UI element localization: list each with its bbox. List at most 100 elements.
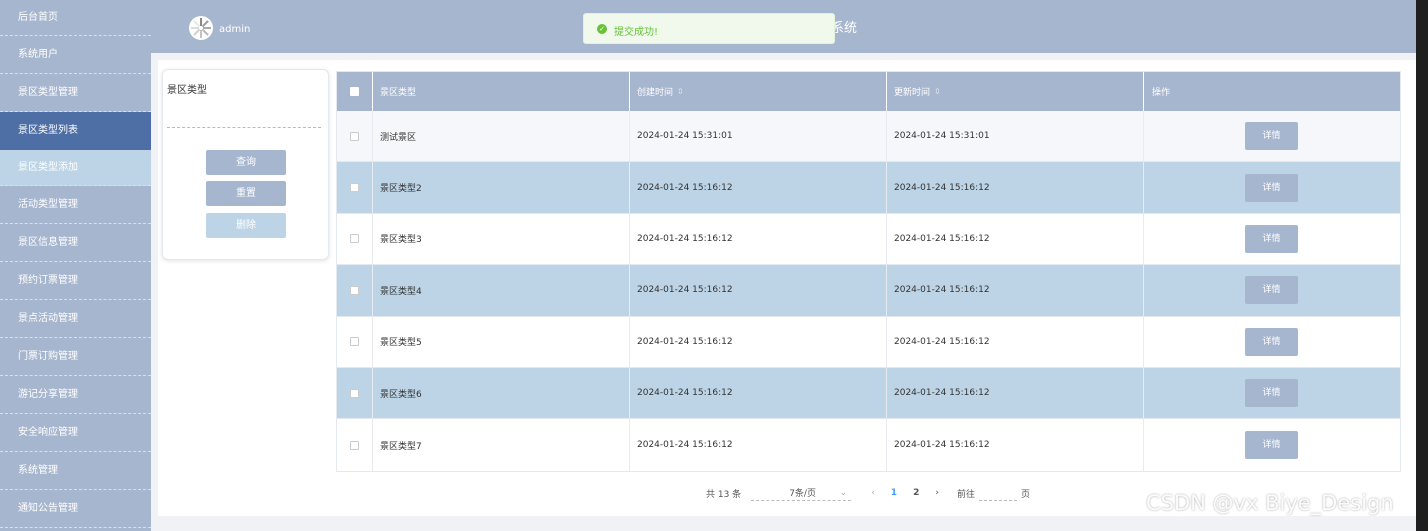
detail-button[interactable]: 详情 — [1245, 379, 1298, 408]
column-header-created[interactable]: 创建时间 ⇳ — [630, 72, 887, 111]
chevron-down-icon: ⌄ — [839, 487, 848, 498]
next-page-icon[interactable]: › — [935, 488, 939, 498]
sidebar-item-travelogue-manage[interactable]: 游记分享管理 — [0, 376, 151, 414]
header-checkbox-cell — [337, 72, 373, 111]
cell-updated: 2024-01-24 15:16:12 — [887, 316, 1144, 367]
row-checkbox[interactable] — [350, 234, 359, 244]
detail-button[interactable]: 详情 — [1245, 327, 1298, 356]
cell-type: 测试景区 — [373, 111, 630, 162]
toast-message: 提交成功! — [614, 27, 659, 38]
cell-actions: 详情 — [1144, 317, 1400, 367]
column-header-updated[interactable]: 更新时间 ⇳ — [887, 72, 1144, 111]
cell-type: 景区类型5 — [373, 316, 630, 367]
column-header-actions: 操作 — [1152, 88, 1171, 98]
avatar[interactable] — [189, 16, 213, 40]
page-size-select[interactable]: 7条/页 ⌄ — [751, 485, 852, 501]
sidebar-item-safety-manage[interactable]: 安全响应管理 — [0, 414, 151, 452]
success-toast: ✓ 提交成功! — [583, 13, 835, 44]
row-checkbox[interactable] — [350, 440, 359, 450]
sidebar-item-activity-manage[interactable]: 景点活动管理 — [0, 300, 151, 338]
scenic-type-input[interactable] — [167, 108, 321, 128]
detail-button[interactable]: 详情 — [1245, 122, 1298, 151]
row-checkbox[interactable] — [350, 183, 359, 193]
page-1[interactable]: 1 — [891, 488, 897, 498]
row-checkbox-cell — [337, 265, 373, 316]
cell-created: 2024-01-24 15:16:12 — [630, 162, 887, 213]
goto-suffix: 页 — [1020, 489, 1030, 500]
detail-button[interactable]: 详情 — [1245, 224, 1298, 253]
table-row: 景区类型2 2024-01-24 15:16:12 2024-01-24 15:… — [337, 162, 1400, 214]
detail-button[interactable]: 详情 — [1245, 173, 1298, 202]
row-checkbox-cell — [337, 316, 373, 367]
select-all-checkbox[interactable] — [350, 87, 359, 96]
row-checkbox-cell — [337, 162, 373, 213]
check-circle-icon: ✓ — [597, 24, 607, 34]
pagination: 共 13 条 7条/页 ⌄ ‹ 1 2 › 前往 页 — [706, 485, 1030, 501]
cell-type: 景区类型2 — [373, 162, 630, 213]
row-checkbox-cell — [337, 111, 373, 162]
cell-actions: 详情 — [1144, 111, 1400, 161]
sidebar-item-system-users[interactable]: 系统用户 — [0, 36, 151, 74]
cell-updated: 2024-01-24 15:16:12 — [887, 213, 1144, 265]
search-panel: 景区类型 查询 重置 删除 — [162, 69, 329, 260]
row-checkbox[interactable] — [350, 131, 359, 141]
cell-actions: 详情 — [1144, 162, 1400, 212]
row-checkbox[interactable] — [350, 388, 359, 398]
column-header-type: 景区类型 — [373, 72, 630, 111]
sidebar-item-home[interactable]: 后台首页 — [0, 0, 151, 36]
row-checkbox[interactable] — [350, 285, 359, 295]
table-header: 景区类型 创建时间 ⇳ 更新时间 ⇳ 操作 — [337, 72, 1400, 111]
sidebar-item-system-manage[interactable]: 系统管理 — [0, 452, 151, 490]
table-row: 景区类型4 2024-01-24 15:16:12 2024-01-24 15:… — [337, 265, 1400, 317]
sidebar-item-scenic-type-manage[interactable]: 景区类型管理 — [0, 74, 151, 112]
table-row: 景区类型6 2024-01-24 15:16:12 2024-01-24 15:… — [337, 367, 1400, 420]
cell-updated: 2024-01-24 15:16:12 — [887, 265, 1144, 316]
sidebar-item-ticket-manage[interactable]: 门票订购管理 — [0, 338, 151, 376]
cell-created: 2024-01-24 15:16:12 — [630, 316, 887, 367]
sidebar-item-notice-manage[interactable]: 通知公告管理 — [0, 490, 151, 528]
query-button[interactable]: 查询 — [206, 150, 286, 175]
table-row: 景区类型3 2024-01-24 15:16:12 2024-01-24 15:… — [337, 213, 1400, 266]
avatar-spinner-icon — [191, 27, 199, 29]
cell-actions: 详情 — [1144, 214, 1400, 264]
avatar-spinner-icon — [203, 27, 211, 29]
cell-actions: 详情 — [1144, 419, 1400, 470]
cell-created: 2024-01-24 15:16:12 — [630, 419, 887, 471]
sidebar-item-activity-type-manage[interactable]: 活动类型管理 — [0, 186, 151, 224]
cell-created: 2024-01-24 15:16:12 — [630, 265, 887, 316]
goto-prefix: 前往 — [956, 489, 975, 500]
delete-button[interactable]: 删除 — [206, 213, 286, 238]
username[interactable]: admin — [219, 24, 250, 35]
sort-icon[interactable]: ⇳ — [677, 87, 684, 96]
avatar-spinner-icon — [200, 30, 202, 38]
cell-actions: 详情 — [1144, 368, 1400, 418]
cell-created: 2024-01-24 15:31:01 — [630, 111, 887, 162]
cell-updated: 2024-01-24 15:16:12 — [887, 162, 1144, 213]
search-label: 景区类型 — [167, 85, 207, 96]
window-edge — [1416, 0, 1428, 531]
sidebar-item-booking-manage[interactable]: 预约订票管理 — [0, 262, 151, 300]
pagination-total: 共 13 条 — [706, 489, 742, 500]
prev-page-icon[interactable]: ‹ — [871, 488, 875, 498]
sidebar: 后台首页 系统用户 景区类型管理 景区类型列表 景区类型添加 活动类型管理 景区… — [0, 0, 151, 531]
cell-updated: 2024-01-24 15:31:01 — [887, 111, 1144, 162]
sidebar-item-scenic-type-add[interactable]: 景区类型添加 — [0, 150, 151, 186]
table-row: 景区类型7 2024-01-24 15:16:12 2024-01-24 15:… — [337, 419, 1400, 471]
row-checkbox-cell — [337, 419, 373, 471]
table-row: 测试景区 2024-01-24 15:31:01 2024-01-24 15:3… — [337, 111, 1400, 163]
detail-button[interactable]: 详情 — [1245, 431, 1298, 460]
cell-type: 景区类型6 — [373, 367, 630, 419]
row-checkbox[interactable] — [350, 337, 359, 347]
sidebar-item-scenic-type-list[interactable]: 景区类型列表 — [0, 112, 151, 150]
cell-type: 景区类型3 — [373, 213, 630, 265]
sidebar-item-scenic-info-manage[interactable]: 景区信息管理 — [0, 224, 151, 262]
avatar-spinner-icon — [201, 28, 209, 36]
reset-button[interactable]: 重置 — [206, 181, 286, 206]
cell-created: 2024-01-24 15:16:12 — [630, 213, 887, 265]
goto-page-input[interactable] — [978, 485, 1017, 501]
sort-icon[interactable]: ⇳ — [934, 87, 941, 96]
main-area: 景区类型 查询 重置 删除 景区类型 创建时间 ⇳ 更新时间 ⇳ 操作 测试景区 2… — [151, 53, 1428, 531]
detail-button[interactable]: 详情 — [1245, 276, 1298, 305]
page-2[interactable]: 2 — [913, 488, 919, 498]
row-checkbox-cell — [337, 367, 373, 419]
